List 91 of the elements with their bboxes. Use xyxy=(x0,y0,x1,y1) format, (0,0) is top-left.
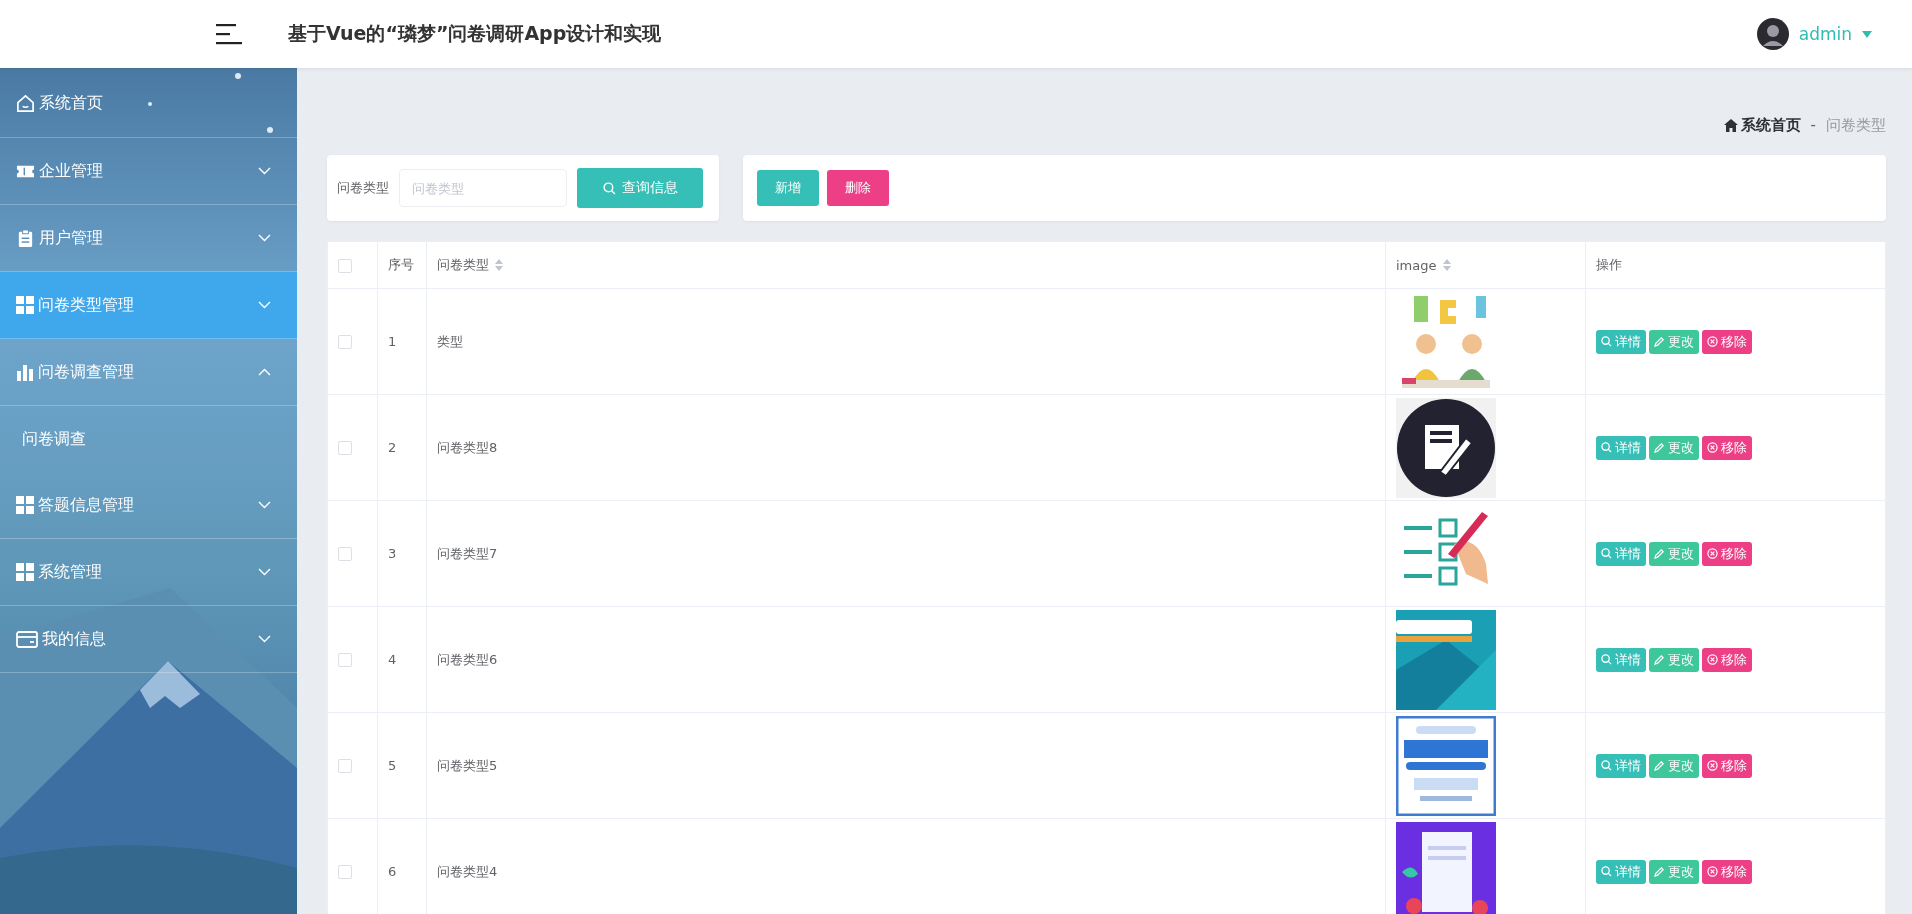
detail-button[interactable]: 详情 xyxy=(1596,329,1646,354)
table-cell: 问卷类型6 xyxy=(437,651,498,667)
edit-button[interactable]: 更改 xyxy=(1649,541,1699,566)
row-checkbox[interactable] xyxy=(338,759,352,774)
column-header: 操作 xyxy=(1596,256,1622,274)
bar-chart-icon xyxy=(16,363,34,381)
pencil-icon xyxy=(1654,654,1665,665)
row-checkbox[interactable] xyxy=(338,865,352,880)
column-header: image xyxy=(1396,257,1437,273)
remove-button[interactable]: 移除 xyxy=(1702,435,1752,460)
search-icon xyxy=(1601,442,1612,453)
table-cell: 4 xyxy=(388,652,397,667)
search-field[interactable]: 问卷类型 xyxy=(399,169,567,207)
search-label: 问卷类型 xyxy=(337,179,389,197)
search-icon xyxy=(1601,760,1612,771)
table-cell: 问卷类型8 xyxy=(437,439,498,455)
detail-button[interactable]: 详情 xyxy=(1596,753,1646,778)
home-icon xyxy=(1723,118,1738,132)
detail-button[interactable]: 详情 xyxy=(1596,435,1646,460)
table-cell: 问卷类型5 xyxy=(437,757,498,773)
edit-button[interactable]: 更改 xyxy=(1649,435,1699,460)
remove-button[interactable]: 移除 xyxy=(1702,753,1752,778)
caret-icon[interactable] xyxy=(1862,30,1872,38)
detail-button[interactable]: 详情 xyxy=(1596,859,1646,884)
breadcrumb-current: 问卷类型 xyxy=(1826,115,1886,135)
search-icon xyxy=(1601,336,1612,347)
sidebar-item[interactable]: 问卷类型管理 xyxy=(0,272,297,339)
edit-button[interactable]: 更改 xyxy=(1649,647,1699,672)
breadcrumb-separator: - xyxy=(1810,116,1816,134)
close-circle-icon xyxy=(1707,548,1718,559)
chevron-down-icon xyxy=(258,167,271,175)
grid-icon xyxy=(16,296,34,314)
remove-button[interactable]: 移除 xyxy=(1702,859,1752,884)
pencil-icon xyxy=(1654,548,1665,559)
table-cell: 问卷类型7 xyxy=(437,545,498,561)
row-checkbox[interactable] xyxy=(338,335,352,350)
chevron-down-icon xyxy=(258,234,271,242)
table-cell: 1 xyxy=(388,334,397,349)
chevron-up-icon xyxy=(258,368,271,376)
add-button[interactable]: 新增 xyxy=(757,170,819,206)
edit-button[interactable]: 更改 xyxy=(1649,753,1699,778)
table-cell: 3 xyxy=(388,546,397,561)
close-circle-icon xyxy=(1707,760,1718,771)
grid-icon xyxy=(16,563,34,581)
grid-icon xyxy=(16,496,34,514)
table-cell: 问卷类型4 xyxy=(437,863,498,879)
remove-button[interactable]: 移除 xyxy=(1702,329,1752,354)
wallet-icon xyxy=(16,629,38,649)
close-circle-icon xyxy=(1707,866,1718,877)
chevron-down-icon xyxy=(258,301,271,309)
pencil-icon xyxy=(1654,866,1665,877)
remove-button[interactable]: 移除 xyxy=(1702,541,1752,566)
table-cell: 2 xyxy=(388,440,397,455)
search-icon xyxy=(1601,548,1612,559)
chevron-down-icon xyxy=(258,501,271,509)
edit-button[interactable]: 更改 xyxy=(1649,859,1699,884)
close-circle-icon xyxy=(1707,442,1718,453)
pencil-icon xyxy=(1654,442,1665,453)
table-cell: 5 xyxy=(388,758,397,773)
row-checkbox[interactable] xyxy=(338,441,352,456)
row-checkbox[interactable] xyxy=(338,653,352,668)
app-title: 基于Vue的“璘梦”问卷调研App设计和实现 xyxy=(288,21,662,46)
chevron-down-icon xyxy=(258,635,271,643)
sort-icon[interactable] xyxy=(1442,259,1451,271)
user-menu[interactable]: admin xyxy=(1798,24,1852,44)
search-icon xyxy=(602,181,616,195)
search-icon xyxy=(1601,654,1612,665)
remove-button[interactable]: 移除 xyxy=(1702,647,1752,672)
home-icon xyxy=(16,94,35,113)
avatar-icon[interactable] xyxy=(1756,18,1789,50)
detail-button[interactable]: 详情 xyxy=(1596,541,1646,566)
sort-icon[interactable] xyxy=(495,259,503,271)
pencil-icon xyxy=(1654,336,1665,347)
close-circle-icon xyxy=(1707,336,1718,347)
menu-icon[interactable] xyxy=(216,23,242,45)
pencil-icon xyxy=(1654,760,1665,771)
select-all-checkbox[interactable] xyxy=(338,258,352,273)
detail-button[interactable]: 详情 xyxy=(1596,647,1646,672)
sidebar-subitem[interactable]: 问卷调查 xyxy=(0,406,297,472)
delete-button[interactable]: 删除 xyxy=(827,170,889,206)
column-header: 序号 xyxy=(388,256,414,274)
edit-button[interactable]: 更改 xyxy=(1649,329,1699,354)
search-button[interactable]: 查询信息 xyxy=(577,168,703,208)
table-cell: 类型 xyxy=(437,333,463,349)
search-icon xyxy=(1601,866,1612,877)
column-header: 问卷类型 xyxy=(437,256,489,274)
table-cell: 6 xyxy=(388,864,397,879)
row-checkbox[interactable] xyxy=(338,547,352,562)
chevron-down-icon xyxy=(258,568,271,576)
close-circle-icon xyxy=(1707,654,1718,665)
breadcrumb-link[interactable]: 系统首页 xyxy=(1723,115,1801,135)
